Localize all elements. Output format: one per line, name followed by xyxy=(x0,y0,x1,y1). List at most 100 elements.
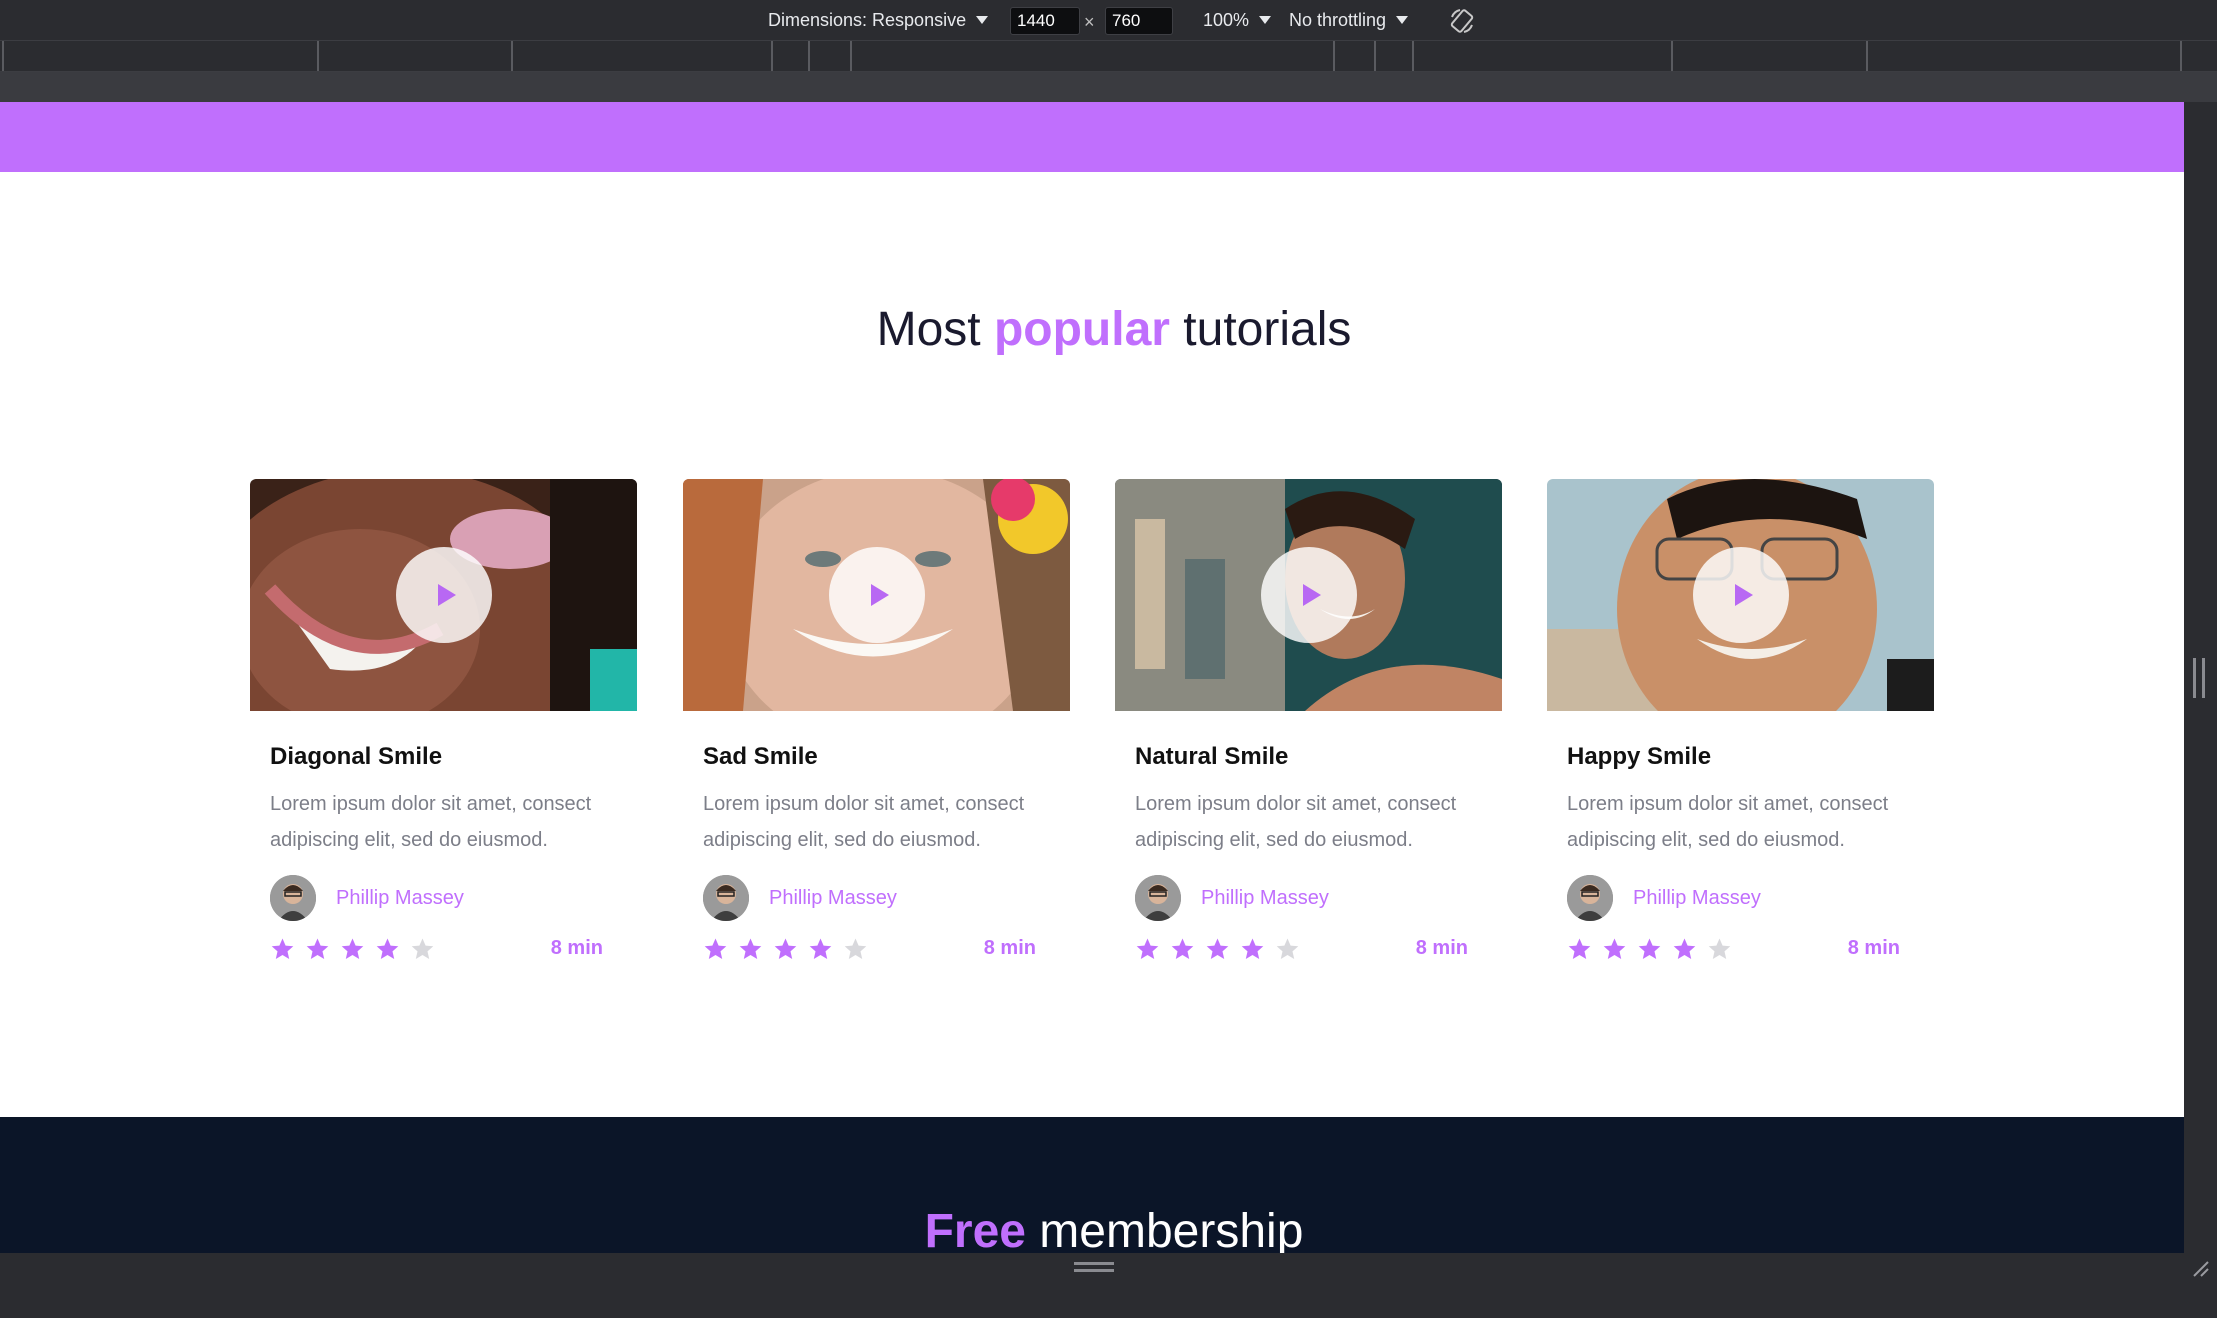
card-title[interactable]: Happy Smile xyxy=(1567,743,1711,771)
star-empty-icon xyxy=(411,938,434,959)
height-input[interactable]: 760 xyxy=(1105,7,1173,35)
title-accent: popular xyxy=(993,303,1170,356)
star-filled-icon xyxy=(1241,938,1264,959)
ruler-mark[interactable] xyxy=(317,41,319,71)
membership-title: Free membership xyxy=(0,1204,2184,1253)
author-name[interactable]: Phillip Massey xyxy=(769,887,897,910)
star-filled-icon xyxy=(1206,938,1229,959)
ruler-mark[interactable] xyxy=(2180,41,2182,71)
rating xyxy=(1567,937,1732,962)
rating xyxy=(1135,937,1300,962)
author[interactable]: Phillip Massey xyxy=(1135,875,1329,921)
author-name[interactable]: Phillip Massey xyxy=(1201,887,1329,910)
card-title[interactable]: Diagonal Smile xyxy=(270,743,442,771)
duration: 8 min xyxy=(1847,937,1900,959)
rating xyxy=(270,937,435,962)
throttling-label: No throttling xyxy=(1289,9,1387,30)
card-description: Lorem ipsum dolor sit amet, consect adip… xyxy=(270,793,592,851)
avatar xyxy=(1567,875,1613,921)
title-text: Most xyxy=(876,303,994,356)
ruler-mark[interactable] xyxy=(2,41,4,71)
ruler-mark[interactable] xyxy=(1671,41,1673,71)
play-button[interactable] xyxy=(1693,547,1789,643)
card-title[interactable]: Natural Smile xyxy=(1135,743,1288,771)
thumbnail-image[interactable] xyxy=(1115,479,1502,711)
media-query-bar xyxy=(0,40,2217,72)
tutorial-card[interactable]: Sad Smile Lorem ipsum dolor sit amet, co… xyxy=(683,479,1070,979)
star-filled-icon xyxy=(1136,938,1159,959)
zoom-label: 100% xyxy=(1203,9,1250,30)
ruler-mark[interactable] xyxy=(1866,41,1868,71)
ruler-mark[interactable] xyxy=(771,41,773,71)
star-empty-icon xyxy=(1276,938,1299,959)
star-filled-icon xyxy=(809,938,832,959)
emulated-viewport: Most popular tutorials Diagonal Smile Lo… xyxy=(0,102,2184,1253)
title-text: tutorials xyxy=(1169,303,1352,356)
header-band xyxy=(0,102,2184,172)
dimensions-label: Dimensions: Responsive xyxy=(768,9,967,30)
resize-handle-right[interactable] xyxy=(2193,658,2205,698)
card-description: Lorem ipsum dolor sit amet, consect adip… xyxy=(703,793,1025,851)
play-icon xyxy=(438,584,456,606)
star-filled-icon xyxy=(1603,938,1626,959)
card-description: Lorem ipsum dolor sit amet, consect adip… xyxy=(1135,793,1457,851)
star-filled-icon xyxy=(704,938,727,959)
star-filled-icon xyxy=(774,938,797,959)
star-empty-icon xyxy=(844,938,867,959)
star-filled-icon xyxy=(1171,938,1194,959)
author-name[interactable]: Phillip Massey xyxy=(1633,887,1761,910)
thumbnail-image[interactable] xyxy=(683,479,1070,711)
avatar xyxy=(703,875,749,921)
star-filled-icon xyxy=(1568,938,1591,959)
ruler-mark[interactable] xyxy=(1412,41,1414,71)
section-title: Most popular tutorials xyxy=(0,302,2184,357)
star-filled-icon xyxy=(739,938,762,959)
star-filled-icon xyxy=(1673,938,1696,959)
thumbnail-image[interactable] xyxy=(1547,479,1934,711)
ruler-mark[interactable] xyxy=(1374,41,1376,71)
duration: 8 min xyxy=(1415,937,1468,959)
author-name[interactable]: Phillip Massey xyxy=(336,887,464,910)
throttling-dropdown[interactable]: No throttling xyxy=(1289,0,1409,40)
ruler-mark[interactable] xyxy=(808,41,810,71)
tutorial-card[interactable]: Happy Smile Lorem ipsum dolor sit amet, … xyxy=(1547,479,1934,979)
card-title[interactable]: Sad Smile xyxy=(703,743,818,771)
star-filled-icon xyxy=(1638,938,1661,959)
play-icon xyxy=(1303,584,1321,606)
width-input[interactable]: 1440 xyxy=(1010,7,1080,35)
zoom-dropdown[interactable]: 100% xyxy=(1203,0,1272,40)
avatar xyxy=(270,875,316,921)
membership-accent: Free xyxy=(924,1205,1026,1253)
author[interactable]: Phillip Massey xyxy=(1567,875,1761,921)
tutorial-card[interactable]: Diagonal Smile Lorem ipsum dolor sit ame… xyxy=(250,479,637,979)
star-filled-icon xyxy=(376,938,399,959)
dimensions-dropdown[interactable]: Dimensions: Responsive xyxy=(768,0,989,40)
ruler-mark[interactable] xyxy=(511,41,513,71)
ruler-mark[interactable] xyxy=(1333,41,1335,71)
avatar xyxy=(1135,875,1181,921)
author[interactable]: Phillip Massey xyxy=(270,875,464,921)
membership-text: membership xyxy=(1025,1205,1304,1253)
rotate-icon[interactable] xyxy=(1448,7,1476,35)
play-button[interactable] xyxy=(396,547,492,643)
author[interactable]: Phillip Massey xyxy=(703,875,897,921)
times-sign: × xyxy=(1084,12,1095,32)
tutorial-card[interactable]: Natural Smile Lorem ipsum dolor sit amet… xyxy=(1115,479,1502,979)
thumbnail-image[interactable] xyxy=(250,479,637,711)
chevron-down-icon xyxy=(976,16,989,24)
chevron-down-icon xyxy=(1259,16,1272,24)
play-button[interactable] xyxy=(829,547,925,643)
ruler-mark[interactable] xyxy=(850,41,852,71)
viewport-gutter xyxy=(0,72,2217,102)
star-filled-icon xyxy=(341,938,364,959)
play-button[interactable] xyxy=(1261,547,1357,643)
play-icon xyxy=(1735,584,1753,606)
chevron-down-icon xyxy=(1396,16,1409,24)
rating xyxy=(703,937,868,962)
star-filled-icon xyxy=(306,938,329,959)
resize-handle-bottom[interactable] xyxy=(1074,1262,1114,1272)
card-description: Lorem ipsum dolor sit amet, consect adip… xyxy=(1567,793,1889,851)
corner-resize-icon[interactable] xyxy=(2190,1258,2210,1278)
star-empty-icon xyxy=(1708,938,1731,959)
star-filled-icon xyxy=(271,938,294,959)
